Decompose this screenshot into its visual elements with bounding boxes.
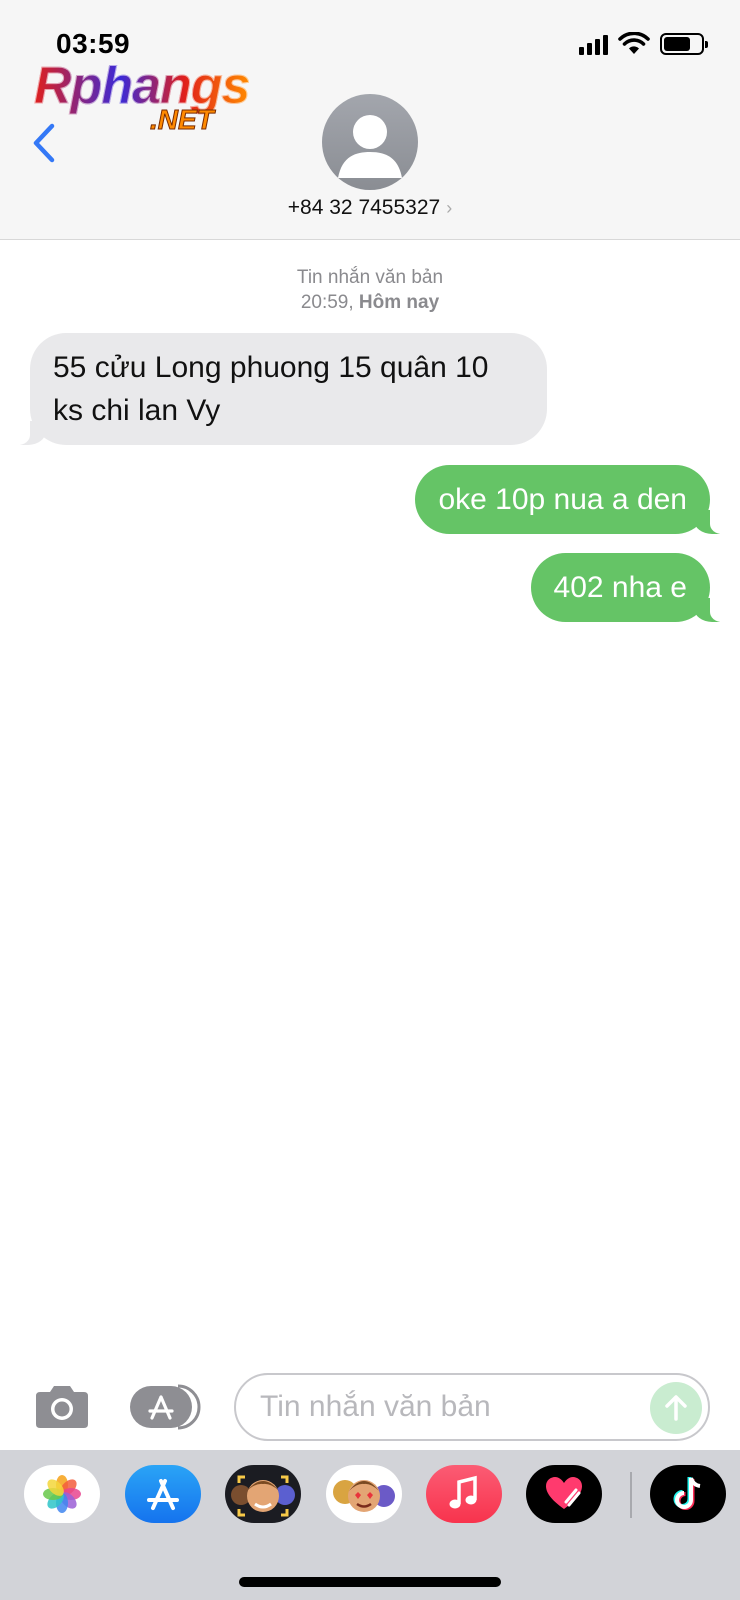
photos-icon bbox=[43, 1475, 81, 1513]
contact-avatar[interactable] bbox=[322, 94, 418, 190]
app-drawer bbox=[0, 1450, 740, 1600]
drawer-divider bbox=[630, 1472, 632, 1518]
message-day: Hôm nay bbox=[358, 292, 440, 313]
heart-app[interactable] bbox=[526, 1465, 602, 1523]
message-timestamp: Tin nhắn văn bản 20:59, Hôm nay bbox=[0, 265, 740, 315]
camera-icon[interactable] bbox=[32, 1384, 92, 1430]
conversation-header: 03:59 Rphangs .NET +84 32 7455327 › bbox=[0, 0, 740, 240]
contact-phone: +84 32 7455327 bbox=[287, 196, 441, 219]
app-store-app[interactable] bbox=[125, 1465, 201, 1523]
app-store-drawer-button[interactable] bbox=[130, 1384, 202, 1430]
battery-icon bbox=[660, 33, 708, 55]
tiktok-icon bbox=[673, 1477, 701, 1510]
message-time: 20:59, bbox=[300, 292, 354, 313]
heart-icon bbox=[546, 1477, 582, 1509]
send-button[interactable] bbox=[650, 1382, 702, 1434]
memoji-stickers-icon bbox=[333, 1480, 395, 1512]
app-store-icon bbox=[147, 1479, 179, 1510]
cellular-signal-icon bbox=[579, 33, 608, 55]
status-icons bbox=[579, 32, 708, 56]
wifi-icon bbox=[618, 32, 650, 54]
person-silhouette-icon bbox=[338, 115, 402, 178]
message-input-field[interactable] bbox=[234, 1373, 710, 1441]
music-note-icon bbox=[449, 1475, 477, 1509]
watermark-main-text: Rphangs bbox=[33, 57, 250, 116]
app-store-icon bbox=[130, 1384, 201, 1430]
home-indicator[interactable] bbox=[239, 1577, 501, 1587]
chevron-right-icon: › bbox=[446, 198, 453, 218]
message-input[interactable] bbox=[236, 1375, 616, 1439]
watermark-logo: Rphangs .NET bbox=[33, 56, 264, 138]
music-app[interactable] bbox=[426, 1465, 502, 1523]
outgoing-message-bubble[interactable]: oke 10p nua a den bbox=[415, 465, 728, 534]
message-type-label: Tin nhắn văn bản bbox=[296, 267, 444, 288]
photos-app[interactable] bbox=[24, 1465, 100, 1523]
memoji-camera-app[interactable] bbox=[225, 1465, 301, 1523]
back-chevron-icon[interactable] bbox=[28, 118, 62, 168]
incoming-message-bubble[interactable]: 55 cửu Long phuong 15 quân 10 ks chi lan… bbox=[12, 333, 547, 445]
contact-name[interactable]: +84 32 7455327 › bbox=[0, 196, 740, 220]
watermark-suffix-text: .NET bbox=[150, 104, 215, 136]
arrow-up-icon bbox=[665, 1395, 687, 1421]
memoji-stickers-app[interactable] bbox=[326, 1465, 402, 1523]
memoji-camera-icon bbox=[231, 1475, 295, 1517]
outgoing-message-bubble[interactable]: 402 nha e bbox=[530, 553, 729, 622]
tiktok-app[interactable] bbox=[650, 1465, 726, 1523]
